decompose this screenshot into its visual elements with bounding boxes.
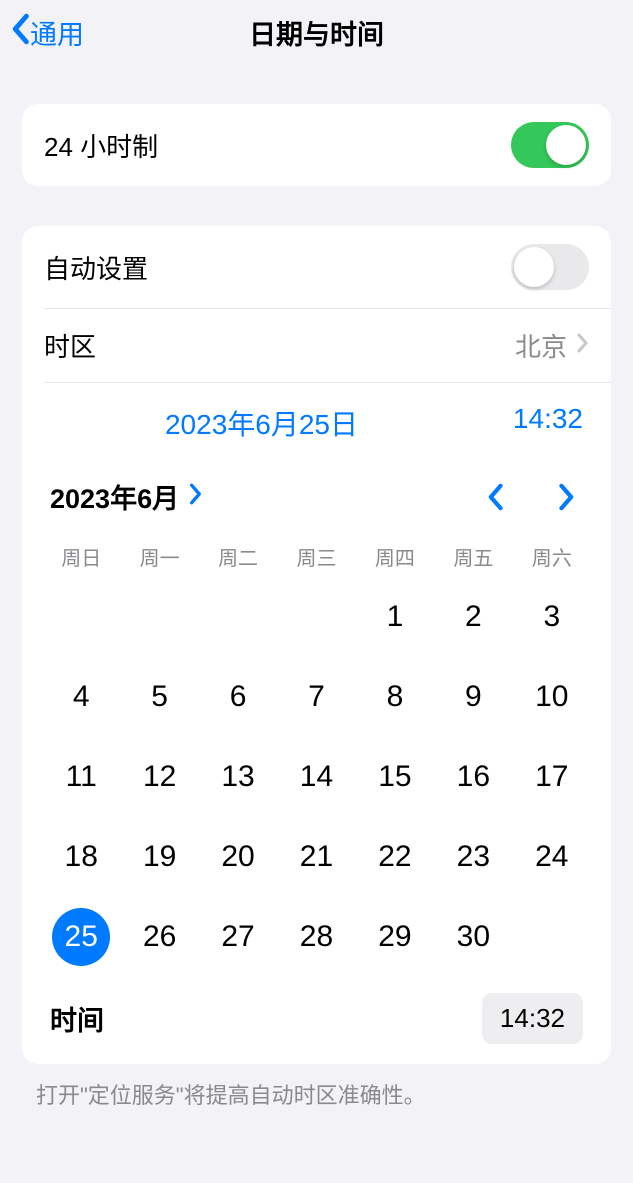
label-24hour: 24 小时制 bbox=[44, 127, 158, 164]
calendar-nav bbox=[479, 481, 583, 513]
calendar-day-29[interactable]: 29 bbox=[356, 897, 434, 977]
month-picker[interactable]: 2023年6月 bbox=[50, 477, 203, 516]
calendar-grid: 1234567891011121314151617181920212223242… bbox=[42, 577, 591, 977]
footer-note: 打开"定位服务"将提高自动时区准确性。 bbox=[0, 1064, 633, 1110]
weekday-6: 周六 bbox=[513, 542, 591, 571]
calendar-day-24[interactable]: 24 bbox=[513, 817, 591, 897]
summary-date[interactable]: 2023年6月25日 bbox=[50, 403, 473, 443]
label-timezone: 时区 bbox=[44, 327, 96, 364]
calendar-day-17[interactable]: 17 bbox=[513, 737, 591, 817]
datetime-summary: 2023年6月25日 14:32 bbox=[22, 383, 611, 457]
calendar-day-18[interactable]: 18 bbox=[42, 817, 120, 897]
prev-month-button[interactable] bbox=[479, 481, 511, 513]
timezone-trailing: 北京 bbox=[515, 327, 589, 364]
weekday-5: 周五 bbox=[434, 542, 512, 571]
calendar-day-5[interactable]: 5 bbox=[120, 657, 198, 737]
switch-auto[interactable] bbox=[511, 244, 589, 290]
calendar-day-27[interactable]: 27 bbox=[199, 897, 277, 977]
weekday-1: 周一 bbox=[120, 542, 198, 571]
calendar-day-9[interactable]: 9 bbox=[434, 657, 512, 737]
time-row: 时间 14:32 bbox=[42, 977, 591, 1044]
calendar-day-26[interactable]: 26 bbox=[120, 897, 198, 977]
chevron-left-icon bbox=[10, 13, 30, 52]
summary-time[interactable]: 14:32 bbox=[473, 403, 583, 443]
calendar-day-11[interactable]: 11 bbox=[42, 737, 120, 817]
calendar-empty bbox=[120, 577, 198, 657]
weekday-2: 周二 bbox=[199, 542, 277, 571]
calendar-day-28[interactable]: 28 bbox=[277, 897, 355, 977]
calendar-day-4[interactable]: 4 bbox=[42, 657, 120, 737]
weekday-0: 周日 bbox=[42, 542, 120, 571]
calendar-day-25[interactable]: 25 bbox=[42, 897, 120, 977]
group-24hour: 24 小时制 bbox=[22, 104, 611, 186]
back-button[interactable]: 通用 bbox=[10, 13, 84, 52]
switch-knob bbox=[546, 125, 586, 165]
nav-bar: 通用 日期与时间 bbox=[0, 0, 633, 64]
calendar-day-8[interactable]: 8 bbox=[356, 657, 434, 737]
calendar-header: 2023年6月 bbox=[42, 457, 591, 532]
calendar-day-20[interactable]: 20 bbox=[199, 817, 277, 897]
label-auto: 自动设置 bbox=[44, 249, 148, 286]
chevron-right-icon bbox=[577, 333, 589, 358]
calendar-day-14[interactable]: 14 bbox=[277, 737, 355, 817]
calendar-day-30[interactable]: 30 bbox=[434, 897, 512, 977]
calendar-day-13[interactable]: 13 bbox=[199, 737, 277, 817]
row-24hour: 24 小时制 bbox=[22, 104, 611, 186]
calendar-day-6[interactable]: 6 bbox=[199, 657, 277, 737]
next-month-button[interactable] bbox=[551, 481, 583, 513]
weekday-3: 周三 bbox=[277, 542, 355, 571]
calendar-day-22[interactable]: 22 bbox=[356, 817, 434, 897]
calendar-day-16[interactable]: 16 bbox=[434, 737, 512, 817]
back-label: 通用 bbox=[30, 13, 84, 52]
calendar-day-15[interactable]: 15 bbox=[356, 737, 434, 817]
calendar-empty bbox=[42, 577, 120, 657]
calendar-weekdays: 周日周一周二周三周四周五周六 bbox=[42, 532, 591, 577]
calendar-day-1[interactable]: 1 bbox=[356, 577, 434, 657]
calendar-day-2[interactable]: 2 bbox=[434, 577, 512, 657]
calendar-day-10[interactable]: 10 bbox=[513, 657, 591, 737]
page-title: 日期与时间 bbox=[249, 13, 384, 52]
time-label: 时间 bbox=[50, 999, 104, 1038]
calendar-day-23[interactable]: 23 bbox=[434, 817, 512, 897]
chevron-right-icon bbox=[189, 481, 203, 512]
calendar-day-3[interactable]: 3 bbox=[513, 577, 591, 657]
month-label: 2023年6月 bbox=[50, 477, 179, 516]
calendar-day-19[interactable]: 19 bbox=[120, 817, 198, 897]
switch-24hour[interactable] bbox=[511, 122, 589, 168]
calendar-day-21[interactable]: 21 bbox=[277, 817, 355, 897]
row-timezone[interactable]: 时区 北京 bbox=[22, 309, 611, 382]
timezone-value: 北京 bbox=[515, 327, 567, 364]
row-auto: 自动设置 bbox=[22, 226, 611, 308]
switch-knob bbox=[514, 247, 554, 287]
calendar-empty bbox=[277, 577, 355, 657]
calendar: 2023年6月 周日周一周二周三周四周五周六 12345678910111213… bbox=[22, 457, 611, 1064]
calendar-day-12[interactable]: 12 bbox=[120, 737, 198, 817]
group-datetime: 自动设置 时区 北京 2023年6月25日 14:32 2023年6月 bbox=[22, 226, 611, 1064]
time-picker[interactable]: 14:32 bbox=[482, 993, 583, 1044]
calendar-day-7[interactable]: 7 bbox=[277, 657, 355, 737]
calendar-empty bbox=[199, 577, 277, 657]
weekday-4: 周四 bbox=[356, 542, 434, 571]
